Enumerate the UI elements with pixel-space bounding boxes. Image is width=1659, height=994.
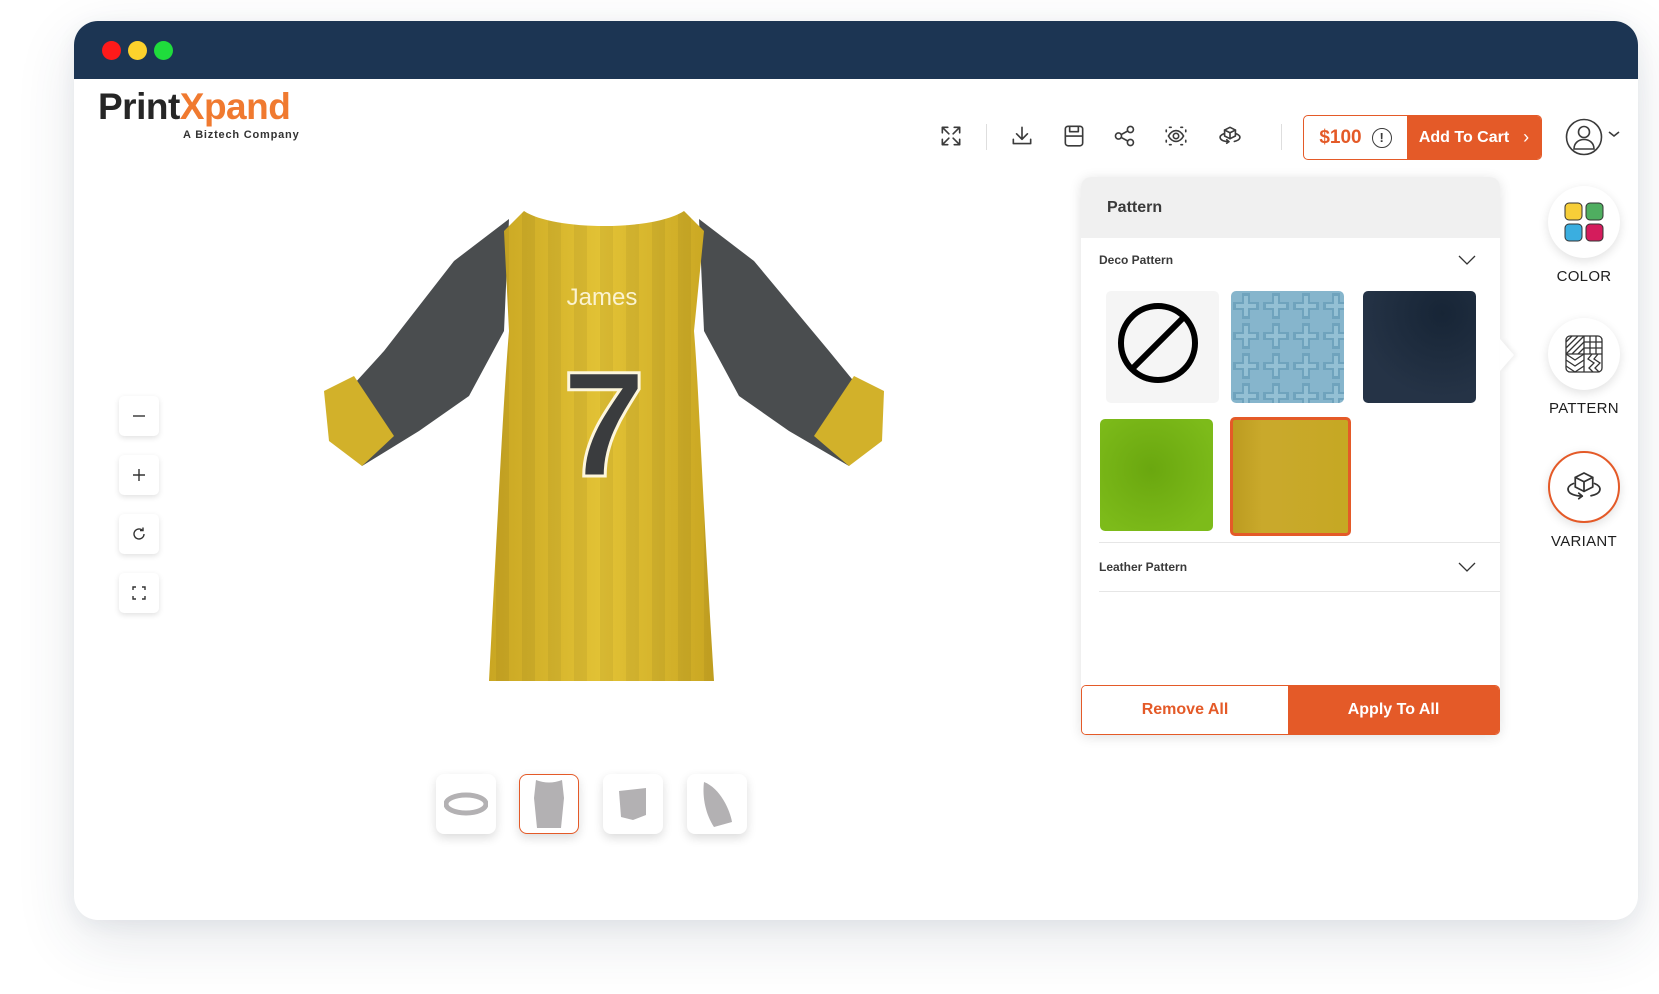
reset-rotation-button[interactable]	[119, 514, 159, 554]
logo-tagline: A Biztech Company	[183, 129, 300, 141]
preview-button[interactable]	[1161, 121, 1191, 151]
preview-icon	[1165, 126, 1187, 146]
deco-pattern-section-toggle[interactable]: Deco Pattern	[1099, 245, 1500, 275]
3d-rotate-icon	[1567, 472, 1601, 500]
section-divider	[1099, 542, 1500, 543]
chevron-down-icon	[1458, 255, 1476, 265]
pattern-label: PATTERN	[1549, 400, 1619, 417]
apply-to-all-button[interactable]: Apply To All	[1288, 686, 1499, 734]
pattern-button[interactable]	[1548, 318, 1620, 390]
collar-icon	[444, 792, 488, 816]
swatch-dark-navy[interactable]	[1363, 291, 1476, 403]
chevron-right-icon: ›	[1523, 127, 1530, 147]
pocket-icon	[619, 788, 646, 820]
toolbar-divider	[1281, 124, 1282, 150]
fullscreen-button[interactable]	[936, 121, 966, 151]
chevron-down-icon[interactable]	[1607, 129, 1621, 139]
variant-button[interactable]	[1548, 451, 1620, 523]
jersey-3d-preview[interactable]: James 7	[314, 191, 894, 721]
pattern-panel-title: Pattern	[1081, 177, 1500, 238]
toolbar-divider	[986, 124, 987, 150]
pattern-grid-icon	[1565, 335, 1603, 373]
sleeve-icon	[703, 782, 732, 827]
cart-group: $100 ! Add To Cart ›	[1303, 115, 1542, 160]
section-divider	[1099, 591, 1500, 592]
fullscreen-icon	[941, 126, 961, 146]
save-button[interactable]	[1059, 121, 1089, 151]
download-icon	[1012, 126, 1032, 145]
logo-print: Print	[98, 86, 180, 127]
3d-view-button[interactable]	[1215, 121, 1245, 151]
jersey-number[interactable]: 7	[561, 339, 647, 510]
panel-pointer	[1500, 339, 1514, 371]
swatch-mustard-yellow[interactable]	[1230, 417, 1351, 536]
logo-wordmark: PrintXpand	[98, 87, 318, 127]
fit-screen-button[interactable]	[119, 573, 159, 613]
user-avatar[interactable]	[1565, 118, 1603, 156]
color-palette-icon	[1564, 202, 1604, 242]
leather-pattern-section-toggle[interactable]: Leather Pattern	[1099, 552, 1500, 582]
minus-icon	[133, 415, 145, 417]
add-to-cart-label: Add To Cart	[1418, 128, 1510, 146]
add-to-cart-button[interactable]: Add To Cart ›	[1407, 116, 1541, 159]
zoom-in-button[interactable]	[119, 455, 159, 495]
color-button[interactable]	[1548, 186, 1620, 258]
price-display: $100 !	[1304, 116, 1407, 159]
price-value: $100	[1319, 126, 1362, 148]
remove-all-button[interactable]: Remove All	[1082, 686, 1288, 734]
jersey-name[interactable]: James	[567, 284, 638, 311]
chevron-down-icon	[1458, 562, 1476, 572]
pattern-panel: Pattern Deco Pattern Leather Pattern Rem…	[1081, 177, 1500, 735]
share-icon	[1114, 125, 1135, 147]
3d-view-icon	[1219, 126, 1241, 145]
color-label: COLOR	[1556, 268, 1612, 285]
fit-screen-icon	[132, 586, 146, 600]
part-pocket-thumbnail[interactable]	[603, 774, 663, 834]
brand-logo[interactable]: PrintXpand A Biztech Company	[98, 87, 318, 147]
save-icon	[1064, 125, 1084, 147]
swatch-blue-cross[interactable]	[1231, 291, 1344, 403]
variant-label: VARIANT	[1551, 533, 1617, 550]
no-pattern-icon	[1118, 303, 1198, 383]
share-button[interactable]	[1110, 121, 1140, 151]
minimize-window-button[interactable]	[128, 41, 147, 60]
part-collar-thumbnail[interactable]	[436, 774, 496, 834]
price-info-icon[interactable]: !	[1371, 127, 1392, 148]
swatch-none[interactable]	[1106, 291, 1219, 403]
close-window-button[interactable]	[102, 41, 121, 60]
leather-pattern-label: Leather Pattern	[1099, 560, 1188, 574]
logo-xpand: Xpand	[179, 86, 291, 127]
pattern-actions: Remove All Apply To All	[1081, 685, 1500, 735]
zoom-out-button[interactable]	[119, 396, 159, 436]
download-button[interactable]	[1007, 121, 1037, 151]
app-window: PrintXpand A Biztech Company $100 ! Add …	[74, 21, 1638, 920]
maximize-window-button[interactable]	[154, 41, 173, 60]
swatch-green[interactable]	[1100, 419, 1213, 531]
part-sleeve-thumbnail[interactable]	[687, 774, 747, 834]
plus-icon	[133, 469, 145, 481]
blue-cross-pattern	[1231, 291, 1344, 403]
deco-pattern-label: Deco Pattern	[1099, 253, 1174, 267]
body-panel-icon	[534, 780, 564, 828]
part-body-thumbnail[interactable]	[519, 774, 579, 834]
user-icon	[1565, 118, 1603, 156]
refresh-icon	[133, 527, 145, 540]
window-titlebar	[74, 21, 1638, 79]
